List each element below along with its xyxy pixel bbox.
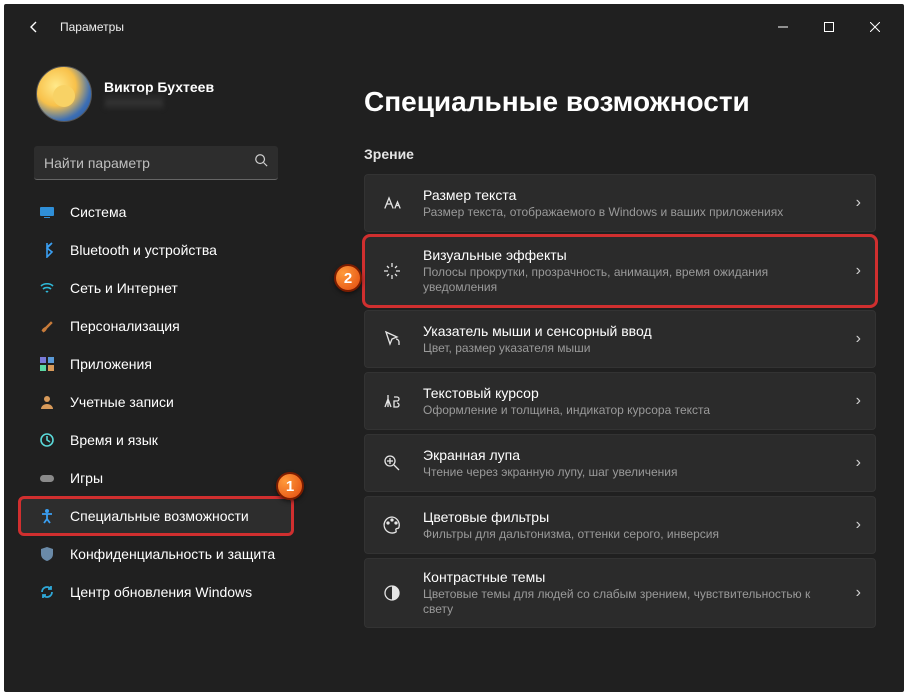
sidebar-item-network[interactable]: Сеть и Интернет [20, 270, 292, 306]
sidebar-item-time[interactable]: Время и язык [20, 422, 292, 458]
sidebar-item-bluetooth[interactable]: Bluetooth и устройства [20, 232, 292, 268]
search-placeholder: Найти параметр [44, 155, 254, 171]
magnifier-icon [379, 453, 405, 473]
card-contrast-themes[interactable]: Контрастные темы Цветовые темы для людей… [364, 558, 876, 628]
card-desc: Размер текста, отображаемого в Windows и… [423, 205, 838, 220]
text-size-icon [379, 193, 405, 213]
window-title: Параметры [60, 20, 124, 34]
maximize-button[interactable] [806, 11, 852, 43]
card-mouse-pointer[interactable]: Указатель мыши и сенсорный ввод Цвет, ра… [364, 310, 876, 368]
sidebar: Виктор Бухтеев ·············· Найти пара… [4, 50, 304, 692]
sidebar-item-label: Сеть и Интернет [70, 280, 178, 296]
apps-icon [38, 355, 56, 373]
card-text-cursor[interactable]: Текстовый курсор Оформление и толщина, и… [364, 372, 876, 430]
shield-icon [38, 545, 56, 563]
sidebar-item-update[interactable]: Центр обновления Windows [20, 574, 292, 610]
card-desc: Оформление и толщина, индикатор курсора … [423, 403, 838, 418]
person-icon [38, 393, 56, 411]
callout-one: 1 [276, 472, 304, 500]
sidebar-item-system[interactable]: Система [20, 194, 292, 230]
card-title: Указатель мыши и сенсорный ввод [423, 323, 838, 339]
sidebar-item-label: Bluetooth и устройства [70, 242, 217, 258]
chevron-right-icon: › [856, 262, 861, 280]
card-desc: Чтение через экранную лупу, шаг увеличен… [423, 465, 838, 480]
sidebar-item-accounts[interactable]: Учетные записи [20, 384, 292, 420]
card-visual-effects[interactable]: Визуальные эффекты Полосы прокрутки, про… [364, 236, 876, 306]
sidebar-item-label: Специальные возможности [70, 508, 249, 524]
back-button[interactable] [18, 11, 50, 43]
cursor-icon [379, 391, 405, 411]
sidebar-item-accessibility[interactable]: Специальные возможности [20, 498, 292, 534]
sidebar-item-label: Время и язык [70, 432, 158, 448]
close-button[interactable] [852, 11, 898, 43]
sidebar-item-label: Система [70, 204, 126, 220]
callout-two: 2 [334, 264, 362, 292]
card-title: Визуальные эффекты [423, 247, 838, 263]
card-color-filters[interactable]: Цветовые фильтры Фильтры для дальтонизма… [364, 496, 876, 554]
card-desc: Цветовые темы для людей со слабым зрение… [423, 587, 838, 617]
card-desc: Фильтры для дальтонизма, оттенки серого,… [423, 527, 838, 542]
update-icon [38, 583, 56, 601]
main-content: Специальные возможности Зрение Размер те… [304, 50, 904, 692]
nav-list: Система Bluetooth и устройства Сеть и Ин… [16, 194, 296, 610]
card-title: Цветовые фильтры [423, 509, 838, 525]
sidebar-item-label: Конфиденциальность и защита [70, 546, 275, 562]
chevron-right-icon: › [856, 392, 861, 410]
display-icon [38, 203, 56, 221]
pointer-icon [379, 329, 405, 349]
card-magnifier[interactable]: Экранная лупа Чтение через экранную лупу… [364, 434, 876, 492]
chevron-right-icon: › [856, 330, 861, 348]
card-title: Контрастные темы [423, 569, 838, 585]
titlebar: Параметры [4, 4, 904, 50]
page-title: Специальные возможности [364, 86, 876, 118]
sidebar-item-label: Игры [70, 470, 103, 486]
profile-name: Виктор Бухтеев [104, 79, 214, 95]
palette-icon [379, 515, 405, 535]
card-title: Текстовый курсор [423, 385, 838, 401]
sidebar-item-label: Центр обновления Windows [70, 584, 252, 600]
sparkle-icon [379, 261, 405, 281]
avatar [36, 66, 92, 122]
search-input[interactable]: Найти параметр [34, 146, 278, 180]
wifi-icon [38, 279, 56, 297]
chevron-right-icon: › [856, 516, 861, 534]
sidebar-item-label: Персонализация [70, 318, 180, 334]
sidebar-item-personalization[interactable]: Персонализация [20, 308, 292, 344]
section-label: Зрение [364, 146, 876, 162]
card-desc: Цвет, размер указателя мыши [423, 341, 838, 356]
sidebar-item-privacy[interactable]: Конфиденциальность и защита [20, 536, 292, 572]
profile-email: ·············· [104, 95, 164, 109]
minimize-button[interactable] [760, 11, 806, 43]
sidebar-item-label: Учетные записи [70, 394, 174, 410]
brush-icon [38, 317, 56, 335]
sidebar-item-label: Приложения [70, 356, 152, 372]
accessibility-icon [38, 507, 56, 525]
contrast-icon [379, 583, 405, 603]
bluetooth-icon [38, 241, 56, 259]
chevron-right-icon: › [856, 454, 861, 472]
card-title: Экранная лупа [423, 447, 838, 463]
chevron-right-icon: › [856, 194, 861, 212]
profile-block[interactable]: Виктор Бухтеев ·············· [16, 60, 296, 140]
settings-window: Параметры Виктор Бухтеев ·············· … [4, 4, 904, 692]
card-title: Размер текста [423, 187, 838, 203]
chevron-right-icon: › [856, 584, 861, 602]
card-text-size[interactable]: Размер текста Размер текста, отображаемо… [364, 174, 876, 232]
sidebar-item-gaming[interactable]: Игры [20, 460, 292, 496]
sidebar-item-apps[interactable]: Приложения [20, 346, 292, 382]
gamepad-icon [38, 469, 56, 487]
search-icon [254, 153, 268, 172]
card-desc: Полосы прокрутки, прозрачность, анимация… [423, 265, 838, 295]
clock-icon [38, 431, 56, 449]
